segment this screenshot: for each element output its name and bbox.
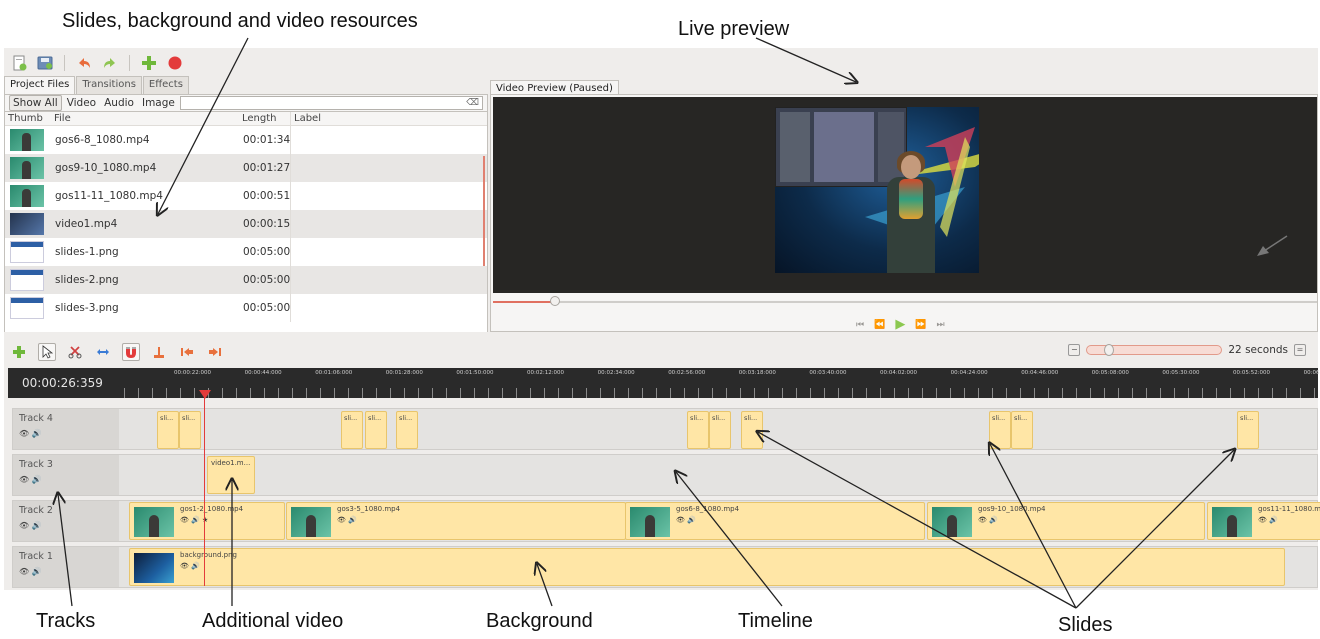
screenshot-root: Slides, background and video resources L… — [0, 0, 1320, 639]
annotation-arrows — [0, 37, 1320, 609]
